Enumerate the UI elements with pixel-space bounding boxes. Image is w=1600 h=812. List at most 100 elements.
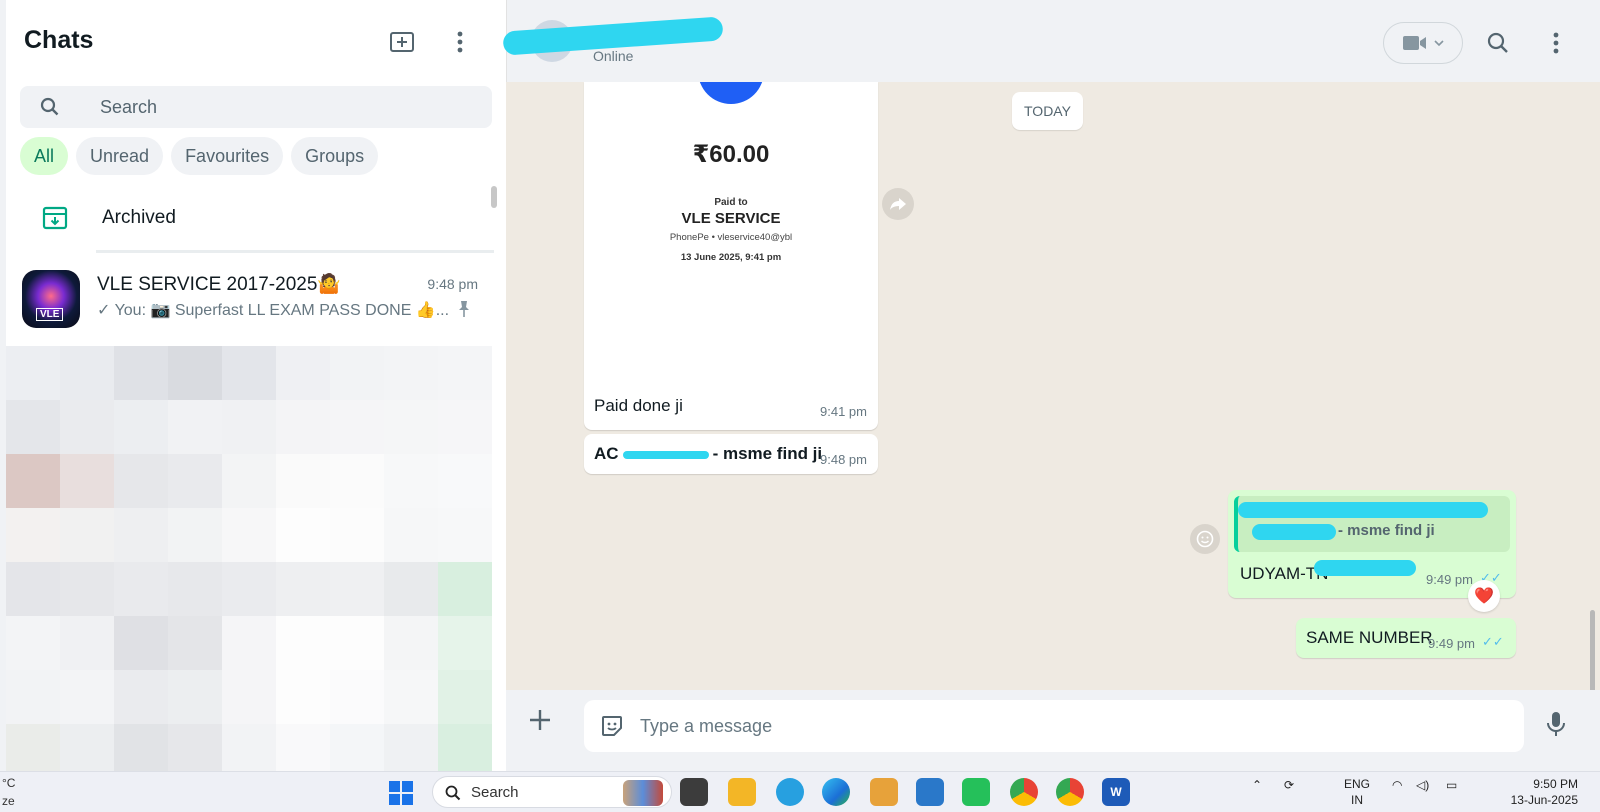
conversation-panel: Online ₹60.00 Paid to VLE SERVICE PhoneP… [502,0,1600,771]
file-explorer-icon[interactable] [728,778,756,806]
chat-time: 9:48 pm [427,276,478,292]
windows-logo-icon [389,781,413,805]
task-view-icon[interactable] [680,778,708,806]
date-divider: TODAY [1012,92,1083,130]
forward-button[interactable] [882,188,914,220]
payment-logo [698,82,764,104]
sticker-icon [602,716,622,736]
clock-time: 9:50 PM [1533,777,1578,791]
chat-list-item[interactable]: VLE VLE SERVICE 2017-2025🤷 9:48 pm ✓ You… [6,262,498,344]
react-button[interactable] [1190,524,1220,554]
vscode-icon[interactable] [916,778,944,806]
message-composer [506,690,1600,771]
chat-name: VLE SERVICE 2017-2025🤷 [97,274,342,295]
archived-row[interactable]: Archived [6,196,498,244]
payment-amount: ₹60.00 [692,141,770,168]
kebab-menu-icon [457,31,463,53]
filter-groups[interactable]: Groups [291,137,379,175]
message-input[interactable] [640,710,1500,742]
outgoing-message[interactable]: SAME NUMBER 9:49 pm ✓✓ [1296,618,1516,658]
redaction-mark [1314,560,1416,576]
windows-taskbar: °C ze Search W ⌃ ⟳ ENG IN ◠ ◁) ▭ 9:50 PM [0,771,1600,812]
outgoing-reply-message[interactable]: - msme find ji UDYAM-TN- 9:49 pm ✓✓ [1228,490,1516,598]
divider [96,250,494,253]
quoted-text: - msme find ji [1338,522,1435,539]
paid-to-label: Paid to [714,197,748,208]
redaction-mark [1252,524,1336,540]
word-icon[interactable]: W [1102,778,1130,806]
redaction-mark [1238,502,1488,518]
conversation-search-button[interactable] [1481,26,1515,60]
message-time: 9:49 pm [1428,636,1475,651]
avatar-label: VLE [36,308,64,321]
whatsapp-icon[interactable] [962,778,990,806]
weather-widget[interactable]: °C ze [2,774,15,810]
volume-icon[interactable]: ◁) [1416,778,1429,792]
new-chat-button[interactable] [385,25,419,59]
message-list[interactable]: ₹60.00 Paid to VLE SERVICE PhonePe • vle… [506,82,1600,690]
lang-region: IN [1351,793,1363,807]
pixelated-chat-list [6,346,496,771]
conversation-menu-button[interactable] [1539,26,1573,60]
menu-button[interactable] [443,25,477,59]
heart-reaction[interactable]: ❤️ [1468,580,1500,612]
search-icon [40,97,59,116]
taskbar-search-label: Search [471,784,519,801]
weather-temp: °C [2,776,16,790]
language-indicator[interactable]: ENG IN [1344,776,1370,808]
lang-code: ENG [1344,777,1371,791]
battery-icon[interactable]: ▭ [1446,778,1457,792]
app-icon[interactable] [870,778,898,806]
chat-search-input[interactable] [100,92,470,122]
search-highlight-icon [623,780,663,806]
filter-all[interactable]: All [20,137,69,175]
chat-avatar: VLE [22,270,80,328]
read-ticks-icon: ✓✓ [1482,634,1504,649]
contact-status: Online [593,48,634,64]
payment-image-message[interactable]: ₹60.00 Paid to VLE SERVICE PhonePe • vle… [584,82,878,430]
incoming-message[interactable]: AC - msme find ji 9:48 pm [584,434,878,474]
chevron-down-icon [1434,40,1444,47]
chevron-up-icon[interactable]: ⌃ [1252,778,1262,792]
voice-message-button[interactable] [1546,710,1566,743]
payment-date: 13 June 2025, 9:41 pm [680,252,782,263]
forward-icon [890,198,906,210]
payee-upi: PhonePe • vleservice40@ybl [669,232,793,243]
search-icon [1487,32,1508,53]
filter-unread[interactable]: Unread [76,137,164,175]
message-list-scrollbar[interactable] [1590,610,1595,690]
taskbar-search[interactable]: Search [432,776,672,808]
start-button[interactable] [388,780,414,811]
message-input-box[interactable] [584,700,1524,752]
chat-list-scrollbar[interactable] [491,186,497,208]
attach-button[interactable] [528,708,552,737]
weather-desc: ze [2,794,15,808]
system-clock[interactable]: 9:50 PM 13-Jun-2025 [1508,776,1578,808]
telegram-icon[interactable] [776,778,804,806]
reaction-emoji: ❤️ [1474,588,1494,605]
edge-icon[interactable] [822,778,850,806]
kebab-menu-icon [1553,32,1559,54]
wifi-icon[interactable]: ◠ [1392,778,1402,792]
chats-title: Chats [24,26,94,54]
message-text: SAME NUMBER [1306,628,1433,647]
plus-icon [530,710,550,730]
new-chat-icon [390,32,414,52]
chat-list-panel: Chats All Unread Favourites Groups Archi… [0,0,506,771]
video-camera-icon [1403,36,1426,50]
chat-search-box[interactable] [20,86,492,128]
conversation-header[interactable]: Online [502,0,1600,82]
sync-icon[interactable]: ⟳ [1284,778,1294,792]
filter-favourites[interactable]: Favourites [171,137,284,175]
message-time: 9:41 pm [820,404,867,419]
payee-name: VLE SERVICE [681,210,781,227]
message-text: AC - msme find ji [594,444,823,463]
archived-label: Archived [102,207,176,228]
message-time: 9:48 pm [820,452,867,467]
emoji-icon [1196,530,1214,548]
video-call-button[interactable] [1383,22,1463,64]
quoted-message[interactable]: - msme find ji [1234,496,1510,552]
chrome-icon[interactable] [1010,778,1038,806]
chrome-profile-icon[interactable] [1056,778,1084,806]
message-time: 9:49 pm [1426,572,1473,587]
